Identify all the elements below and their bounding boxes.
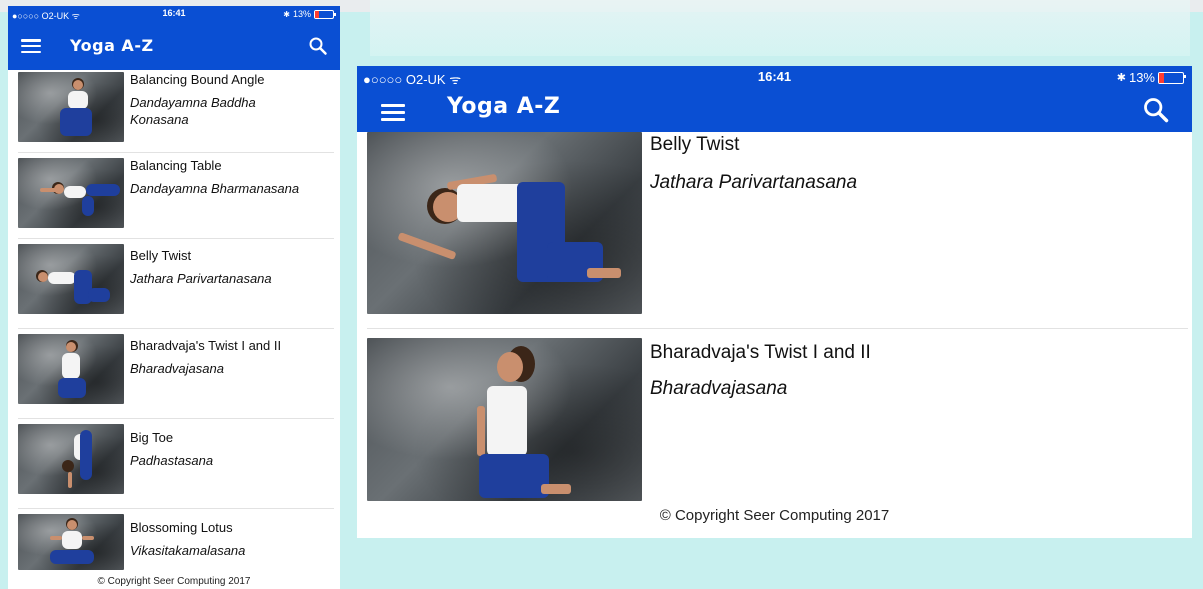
- pose-name: Belly Twist: [650, 134, 740, 155]
- pose-sanskrit: Dandayamna Baddha Konasana: [130, 95, 256, 127]
- pose-sanskrit: Bharadvajasana: [130, 361, 224, 376]
- pose-thumbnail: [18, 244, 124, 314]
- copyright-footer: © Copyright Seer Computing 2017: [659, 507, 890, 524]
- battery-percent: 13%: [1128, 70, 1155, 85]
- pose-thumbnail: [367, 338, 642, 501]
- app-bar: Yoga A-Z: [8, 22, 340, 70]
- list-item[interactable]: Belly Twist Jathara Parivartanasana: [357, 132, 1192, 318]
- battery-icon: [1158, 71, 1186, 84]
- pose-name: Bharadvaja's Twist I and II: [130, 338, 282, 353]
- pose-name: Big Toe: [130, 430, 174, 445]
- background-blur: [370, 0, 1190, 56]
- pose-thumbnail: [18, 72, 124, 142]
- pose-sanskrit: Bharadvajasana: [650, 378, 788, 399]
- divider: [18, 328, 334, 329]
- list-item[interactable]: Belly Twist Jathara Parivartanasana: [8, 242, 340, 324]
- status-bar: ●○○○○ O2-UK ᯤ 16:41 ✱ 13%: [8, 6, 340, 22]
- status-bar: ●○○○○ O2-UK ᯤ 16:41 ✱ 13%: [357, 66, 1192, 88]
- app-title: Yoga A-Z: [70, 36, 154, 55]
- pose-sanskrit: Vikasitakamalasana: [130, 543, 246, 558]
- pose-thumbnail: [18, 334, 124, 404]
- pose-name: Balancing Bound Angle: [130, 72, 265, 87]
- bluetooth-icon: ✱: [283, 9, 290, 19]
- divider: [18, 152, 334, 153]
- pose-name: Belly Twist: [130, 248, 192, 263]
- pose-thumbnail: [367, 132, 642, 314]
- pose-thumbnail: [18, 424, 124, 494]
- list-item[interactable]: Big Toe Padhastasana: [8, 422, 340, 504]
- battery-percent: 13%: [292, 9, 311, 19]
- pose-thumbnail: [18, 514, 124, 570]
- tablet-screen: ●○○○○ O2-UK ᯤ 16:41 ✱ 13% Yoga A-Z Belly…: [357, 66, 1192, 538]
- pose-sanskrit: Jathara Parivartanasana: [650, 172, 858, 193]
- list-item[interactable]: Balancing Table Dandayamna Bharmanasana: [8, 156, 340, 238]
- battery-icon: [314, 9, 336, 19]
- list-item[interactable]: Balancing Bound Angle Dandayamna Baddha …: [8, 70, 340, 152]
- pose-sanskrit: Jathara Parivartanasana: [130, 271, 272, 286]
- list-item[interactable]: Blossoming Lotus Vikasitakamalasana: [8, 512, 340, 572]
- bluetooth-icon: ✱: [1116, 72, 1126, 84]
- divider: [18, 508, 334, 509]
- app-bar: Yoga A-Z: [357, 88, 1192, 132]
- divider: [18, 238, 334, 239]
- pose-sanskrit: Dandayamna Bharmanasana: [130, 181, 300, 196]
- copyright-footer: © Copyright Seer Computing 2017: [97, 576, 251, 587]
- pose-thumbnail: [18, 158, 124, 228]
- list-item[interactable]: Bharadvaja's Twist I and II Bharadvajasa…: [357, 338, 1192, 504]
- pose-name: Blossoming Lotus: [130, 520, 233, 535]
- battery-indicator: ✱ 13%: [283, 9, 336, 19]
- status-time: 16:41: [757, 69, 792, 84]
- phone-screen: ●○○○○ O2-UK ᯤ 16:41 ✱ 13% Yoga A-Z Balan…: [8, 6, 340, 589]
- hamburger-menu-icon[interactable]: [381, 104, 405, 121]
- search-icon[interactable]: [1142, 96, 1170, 124]
- search-icon[interactable]: [308, 36, 328, 56]
- list-item[interactable]: Bharadvaja's Twist I and II Bharadvajasa…: [8, 332, 340, 414]
- battery-indicator: ✱ 13%: [1116, 70, 1186, 85]
- app-title: Yoga A-Z: [447, 94, 561, 119]
- pose-sanskrit: Padhastasana: [130, 453, 214, 468]
- divider: [367, 328, 1188, 329]
- hamburger-menu-icon[interactable]: [21, 39, 41, 53]
- pose-name: Bharadvaja's Twist I and II: [650, 342, 871, 363]
- divider: [18, 418, 334, 419]
- pose-name: Balancing Table: [130, 158, 222, 173]
